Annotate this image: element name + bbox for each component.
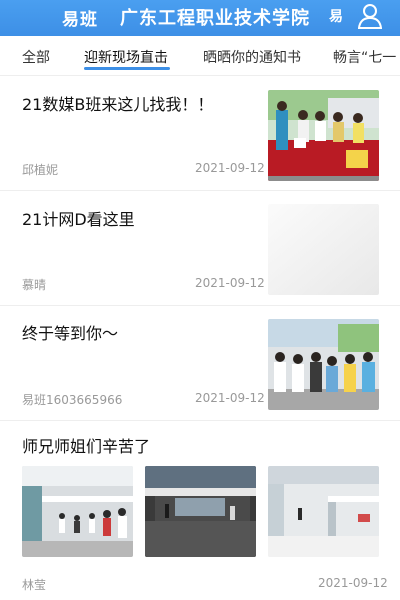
article-title[interactable]: 21数媒B班来这儿找我！！ bbox=[22, 91, 213, 115]
tab-all[interactable]: 全部 bbox=[22, 47, 50, 67]
article-date: 2021-09-12 bbox=[318, 576, 388, 590]
article-thumbnail[interactable] bbox=[268, 204, 379, 295]
article-author: 林莹 bbox=[22, 578, 47, 592]
app-header: 易班 广东工程职业技术学院 易 bbox=[0, 0, 400, 36]
article-date: 2021-09-12 bbox=[195, 161, 265, 175]
page-title: 广东工程职业技术学院 bbox=[120, 8, 310, 29]
article-thumbnail[interactable] bbox=[145, 466, 256, 557]
list-item[interactable]: 21计网D看这里 慕晴 2021-09-12 bbox=[0, 191, 400, 306]
list-item[interactable]: 师兄师姐们辛苦了 林莹 2021-09-12 bbox=[0, 421, 400, 600]
article-date: 2021-09-12 bbox=[195, 391, 265, 405]
article-date: 2021-09-12 bbox=[195, 276, 265, 290]
article-author: 易班1603665966 bbox=[22, 393, 123, 407]
tab-july-first[interactable]: 畅言“七一 bbox=[333, 47, 396, 67]
article-title[interactable]: 21计网D看这里 bbox=[22, 206, 135, 230]
article-title[interactable]: 终于等到你～ bbox=[22, 320, 118, 344]
user-icon[interactable] bbox=[358, 2, 382, 30]
app-brand[interactable]: 易班 bbox=[62, 5, 98, 30]
tab-admission-letter[interactable]: 晒晒你的通知书 bbox=[203, 47, 301, 67]
brand-shortcut[interactable]: 易 bbox=[329, 6, 343, 26]
category-tabs: 全部 迎新现场直击 晒晒你的通知书 畅言“七一 bbox=[0, 36, 400, 76]
article-author: 邱植妮 bbox=[22, 163, 59, 177]
tab-welcome-live[interactable]: 迎新现场直击 bbox=[84, 47, 168, 67]
article-thumbnail[interactable] bbox=[268, 466, 379, 557]
active-tab-indicator bbox=[84, 67, 170, 70]
article-author: 慕晴 bbox=[22, 278, 47, 292]
list-item[interactable]: 21数媒B班来这儿找我！！ 邱植妮 2021-09-12 bbox=[0, 76, 400, 191]
article-thumbnail[interactable] bbox=[268, 319, 379, 410]
article-title[interactable]: 师兄师姐们辛苦了 bbox=[22, 433, 150, 457]
list-item[interactable]: 终于等到你～ 易班1603665966 2021-09-12 bbox=[0, 306, 400, 421]
article-thumbnail[interactable] bbox=[268, 90, 379, 181]
article-thumbnail[interactable] bbox=[22, 466, 133, 557]
